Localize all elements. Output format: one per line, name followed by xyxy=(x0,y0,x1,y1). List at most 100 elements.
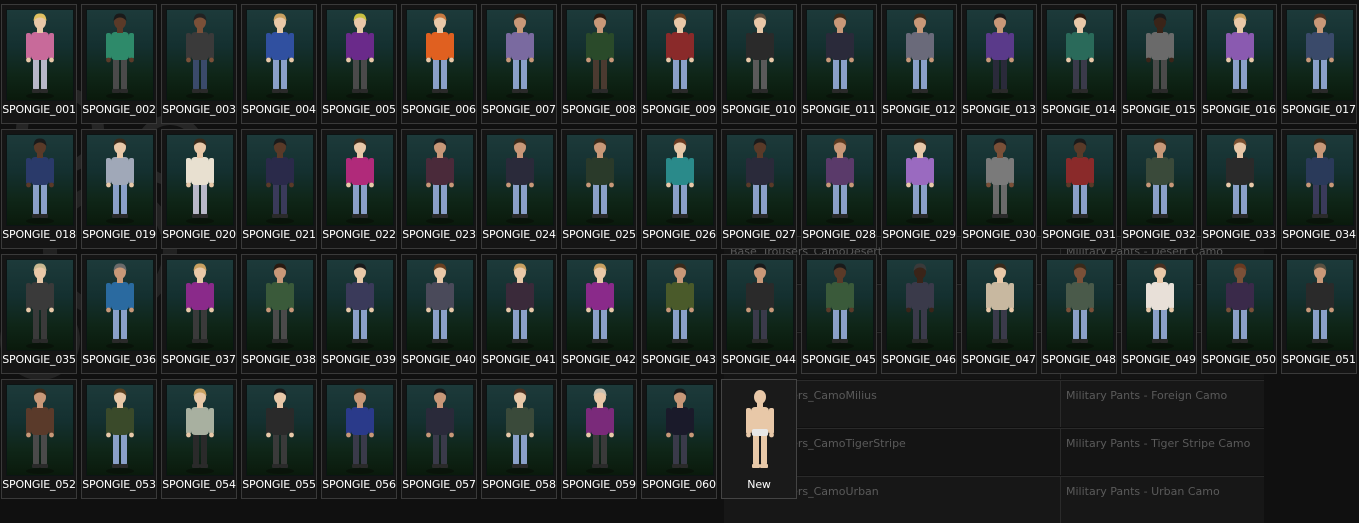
preset-card[interactable]: SPONGIE_025 xyxy=(561,129,637,249)
preset-label: SPONGIE_024 xyxy=(482,228,556,241)
preset-card[interactable]: SPONGIE_037 xyxy=(161,254,237,374)
preset-card[interactable]: SPONGIE_029 xyxy=(881,129,957,249)
preset-card[interactable]: SPONGIE_012 xyxy=(881,4,957,124)
preset-card[interactable]: SPONGIE_041 xyxy=(481,254,557,374)
preset-card[interactable]: SPONGIE_010 xyxy=(721,4,797,124)
preset-card[interactable]: SPONGIE_004 xyxy=(241,4,317,124)
preset-label: SPONGIE_019 xyxy=(82,228,156,241)
character-figure xyxy=(746,390,774,468)
preset-card[interactable]: SPONGIE_023 xyxy=(401,129,477,249)
character-figure xyxy=(746,263,774,349)
preset-card[interactable]: SPONGIE_019 xyxy=(81,129,157,249)
preset-card[interactable]: SPONGIE_013 xyxy=(961,4,1037,124)
character-figure xyxy=(1066,263,1094,349)
preset-card[interactable]: SPONGIE_030 xyxy=(961,129,1037,249)
preset-label: New xyxy=(747,478,771,491)
preset-label: SPONGIE_059 xyxy=(562,478,636,491)
preset-card[interactable]: SPONGIE_014 xyxy=(1041,4,1117,124)
preset-card[interactable]: SPONGIE_016 xyxy=(1201,4,1277,124)
preset-card[interactable]: SPONGIE_026 xyxy=(641,129,717,249)
preset-thumbnail xyxy=(726,259,794,351)
preset-card[interactable]: SPONGIE_018 xyxy=(1,129,77,249)
preset-label: SPONGIE_039 xyxy=(322,353,396,366)
preset-card[interactable]: SPONGIE_048 xyxy=(1041,254,1117,374)
preset-label: SPONGIE_006 xyxy=(402,103,476,116)
preset-card[interactable]: SPONGIE_009 xyxy=(641,4,717,124)
preset-thumbnail xyxy=(726,134,794,226)
preset-card[interactable]: SPONGIE_022 xyxy=(321,129,397,249)
preset-thumbnail xyxy=(1126,9,1194,101)
character-figure xyxy=(1306,263,1334,349)
preset-label: SPONGIE_041 xyxy=(482,353,556,366)
preset-card[interactable]: SPONGIE_040 xyxy=(401,254,477,374)
preset-label: SPONGIE_034 xyxy=(1282,228,1356,241)
preset-card[interactable]: SPONGIE_028 xyxy=(801,129,877,249)
preset-thumbnail xyxy=(86,384,154,476)
preset-thumbnail xyxy=(6,259,74,351)
preset-card[interactable]: SPONGIE_046 xyxy=(881,254,957,374)
preset-card[interactable]: SPONGIE_055 xyxy=(241,379,317,499)
preset-label: SPONGIE_054 xyxy=(162,478,236,491)
preset-thumbnail xyxy=(566,9,634,101)
preset-card[interactable]: SPONGIE_047 xyxy=(961,254,1037,374)
preset-label: SPONGIE_008 xyxy=(562,103,636,116)
preset-card[interactable]: SPONGIE_036 xyxy=(81,254,157,374)
preset-thumbnail xyxy=(406,134,474,226)
preset-card[interactable]: SPONGIE_049 xyxy=(1121,254,1197,374)
preset-card[interactable]: SPONGIE_027 xyxy=(721,129,797,249)
preset-thumbnail xyxy=(886,259,954,351)
preset-card[interactable]: SPONGIE_003 xyxy=(161,4,237,124)
preset-card[interactable]: SPONGIE_005 xyxy=(321,4,397,124)
preset-card[interactable]: SPONGIE_034 xyxy=(1281,129,1357,249)
preset-card[interactable]: SPONGIE_008 xyxy=(561,4,637,124)
preset-card[interactable]: SPONGIE_038 xyxy=(241,254,317,374)
preset-thumbnail xyxy=(1126,259,1194,351)
preset-card[interactable]: SPONGIE_006 xyxy=(401,4,477,124)
preset-card[interactable]: SPONGIE_007 xyxy=(481,4,557,124)
preset-card[interactable]: SPONGIE_021 xyxy=(241,129,317,249)
character-figure xyxy=(906,263,934,349)
preset-card[interactable]: SPONGIE_033 xyxy=(1201,129,1277,249)
new-preset-button[interactable]: New xyxy=(721,379,797,499)
preset-label: SPONGIE_018 xyxy=(2,228,76,241)
preset-card[interactable]: SPONGIE_059 xyxy=(561,379,637,499)
preset-card[interactable]: SPONGIE_054 xyxy=(161,379,237,499)
character-figure xyxy=(586,388,614,474)
character-figure xyxy=(826,263,854,349)
preset-card[interactable]: SPONGIE_043 xyxy=(641,254,717,374)
preset-label: SPONGIE_003 xyxy=(162,103,236,116)
preset-card[interactable]: SPONGIE_058 xyxy=(481,379,557,499)
preset-card[interactable]: SPONGIE_051 xyxy=(1281,254,1357,374)
character-figure xyxy=(1306,13,1334,99)
preset-card[interactable]: SPONGIE_020 xyxy=(161,129,237,249)
preset-card[interactable]: SPONGIE_042 xyxy=(561,254,637,374)
preset-card[interactable]: SPONGIE_053 xyxy=(81,379,157,499)
preset-card[interactable]: SPONGIE_039 xyxy=(321,254,397,374)
preset-card[interactable]: SPONGIE_024 xyxy=(481,129,557,249)
preset-label: SPONGIE_035 xyxy=(2,353,76,366)
preset-card[interactable]: SPONGIE_057 xyxy=(401,379,477,499)
preset-thumbnail xyxy=(486,9,554,101)
preset-card[interactable]: SPONGIE_035 xyxy=(1,254,77,374)
preset-card[interactable]: SPONGIE_056 xyxy=(321,379,397,499)
preset-card[interactable]: SPONGIE_031 xyxy=(1041,129,1117,249)
preset-card[interactable]: SPONGIE_032 xyxy=(1121,129,1197,249)
preset-card[interactable]: SPONGIE_044 xyxy=(721,254,797,374)
character-figure xyxy=(1226,138,1254,224)
preset-label: SPONGIE_060 xyxy=(642,478,716,491)
preset-card[interactable]: SPONGIE_015 xyxy=(1121,4,1197,124)
preset-thumbnail xyxy=(6,384,74,476)
character-figure xyxy=(986,13,1014,99)
preset-card[interactable]: SPONGIE_011 xyxy=(801,4,877,124)
preset-card[interactable]: SPONGIE_045 xyxy=(801,254,877,374)
character-figure xyxy=(186,388,214,474)
character-figure xyxy=(906,13,934,99)
preset-card[interactable]: SPONGIE_050 xyxy=(1201,254,1277,374)
preset-card[interactable]: SPONGIE_002 xyxy=(81,4,157,124)
preset-thumbnail xyxy=(1046,9,1114,101)
preset-card[interactable]: SPONGIE_001 xyxy=(1,4,77,124)
preset-card[interactable]: SPONGIE_060 xyxy=(641,379,717,499)
preset-thumbnail xyxy=(326,259,394,351)
preset-card[interactable]: SPONGIE_017 xyxy=(1281,4,1357,124)
preset-card[interactable]: SPONGIE_052 xyxy=(1,379,77,499)
